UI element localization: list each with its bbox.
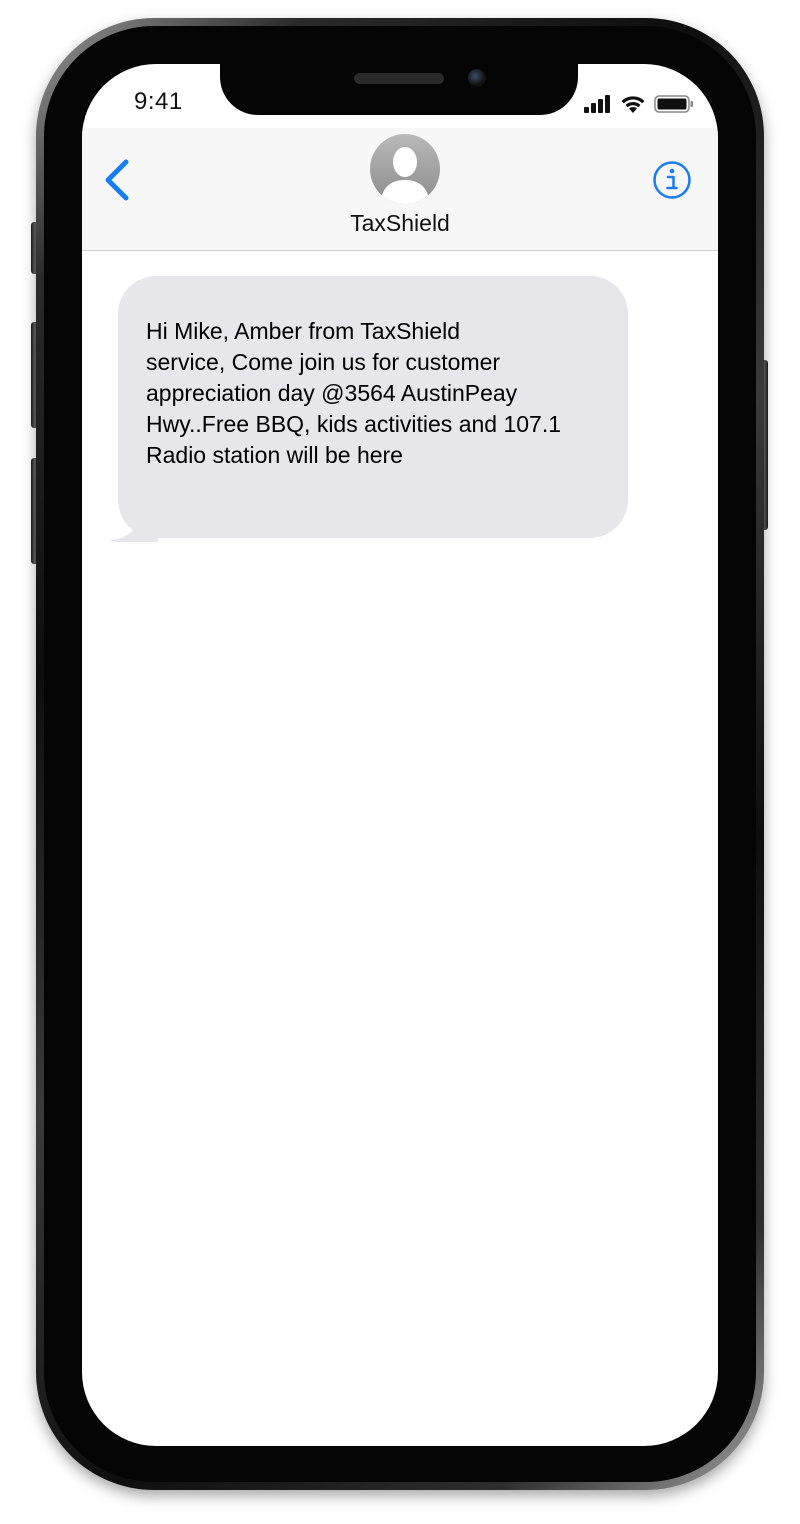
- phone-mockup: 9:41 TaxShield Hi Mike, Amber from TaxSh…: [0, 0, 800, 1524]
- contact-avatar[interactable]: [370, 134, 440, 204]
- battery-icon: [654, 95, 693, 113]
- chevron-left-icon: [105, 159, 129, 201]
- person-silhouette-icon: [380, 147, 430, 204]
- status-icons: [584, 94, 694, 114]
- conversation-header: TaxShield: [82, 128, 718, 251]
- speaker-grille: [354, 73, 444, 84]
- back-button[interactable]: [100, 156, 136, 204]
- message-bubble[interactable]: Hi Mike, Amber from TaxShield service, C…: [118, 276, 628, 538]
- info-circle-icon[interactable]: [652, 160, 692, 200]
- front-camera: [468, 69, 486, 87]
- wifi-icon: [621, 96, 645, 113]
- phone-notch: [220, 63, 578, 115]
- status-time: 9:41: [134, 88, 183, 115]
- incoming-message[interactable]: Hi Mike, Amber from TaxShield service, C…: [108, 276, 632, 542]
- message-text: Hi Mike, Amber from TaxShield service, C…: [146, 318, 562, 468]
- contact-name[interactable]: TaxShield: [82, 210, 718, 237]
- cellular-signal-icon: [584, 95, 610, 113]
- phone-screen: 9:41 TaxShield Hi Mike, Amber from TaxSh…: [82, 64, 718, 1446]
